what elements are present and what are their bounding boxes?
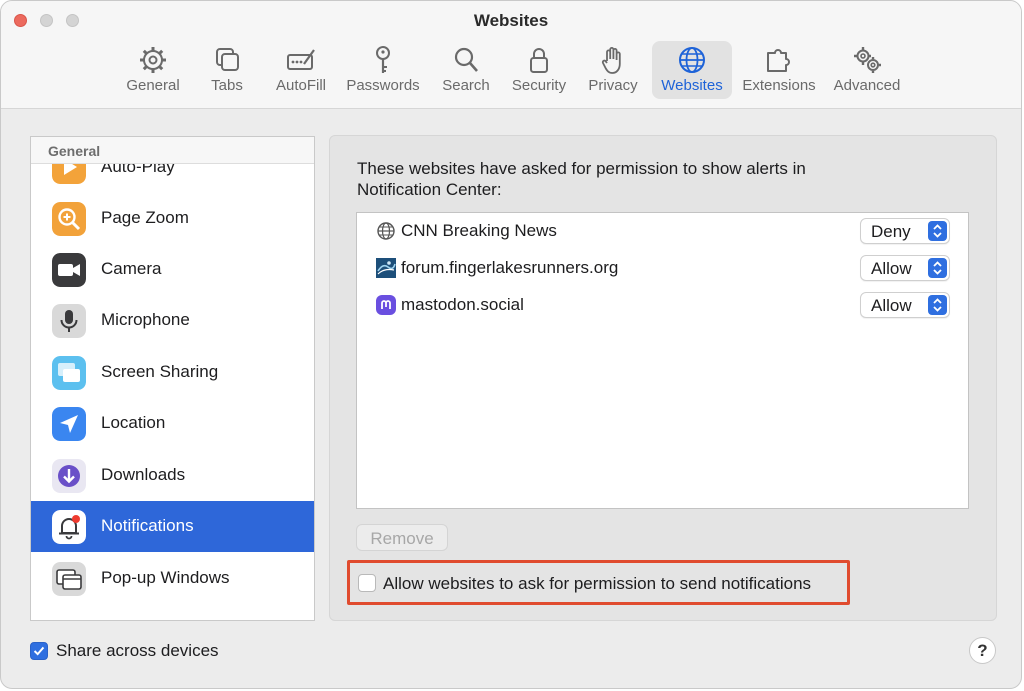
- tab-tabs[interactable]: Tabs: [199, 41, 255, 99]
- site-favicon-icon: [376, 258, 396, 278]
- mastodon-icon: [376, 295, 396, 315]
- website-name: forum.fingerlakesrunners.org: [401, 258, 619, 277]
- screen-sharing-icon: [52, 356, 86, 390]
- tab-general[interactable]: General: [119, 41, 187, 99]
- up-down-chevron-icon: [928, 295, 947, 315]
- gears-icon: [854, 47, 881, 73]
- permission-value: Allow: [871, 296, 912, 315]
- permission-select[interactable]: Allow: [860, 292, 950, 318]
- gear-icon: [140, 47, 166, 73]
- bell-icon: [52, 510, 86, 544]
- tab-extensions-label: Extensions: [742, 77, 816, 94]
- tab-autofill[interactable]: AutoFill: [267, 41, 335, 99]
- sidebar-item-camera[interactable]: Camera: [31, 244, 314, 295]
- tab-passwords[interactable]: Passwords: [341, 41, 425, 99]
- toolbar: Websites General Tabs AutoFill Passwords…: [1, 1, 1021, 109]
- preferences-window: Websites General Tabs AutoFill Passwords…: [0, 0, 1022, 689]
- sidebar-item-location[interactable]: Location: [31, 398, 314, 449]
- website-row[interactable]: CNN Breaking News Deny: [357, 213, 968, 250]
- window-title: Websites: [473, 11, 549, 30]
- tab-search-label: Search: [442, 77, 490, 94]
- up-down-chevron-icon: [928, 258, 947, 278]
- hand-icon: [601, 47, 621, 74]
- sidebar-item-screen-sharing[interactable]: Screen Sharing: [31, 347, 314, 398]
- website-row[interactable]: mastodon.social Allow: [357, 287, 968, 324]
- sidebar-item-downloads[interactable]: Downloads: [31, 450, 314, 501]
- sidebar-item-microphone[interactable]: Microphone: [31, 295, 314, 346]
- tab-general-label: General: [126, 77, 180, 94]
- tab-passwords-label: Passwords: [346, 77, 420, 94]
- tab-advanced[interactable]: Advanced: [829, 41, 905, 99]
- location-icon: [52, 407, 86, 441]
- permission-value: Deny: [871, 222, 911, 241]
- permission-select[interactable]: Allow: [860, 255, 950, 281]
- tab-websites-label: Websites: [661, 77, 723, 94]
- sidebar-item-label: Page Zoom: [101, 208, 189, 227]
- tab-autofill-label: AutoFill: [275, 77, 327, 94]
- tab-extensions[interactable]: Extensions: [739, 41, 819, 99]
- website-row[interactable]: forum.fingerlakesrunners.org Allow: [357, 250, 968, 287]
- remove-button[interactable]: Remove: [356, 524, 448, 551]
- tab-tabs-label: Tabs: [211, 77, 243, 94]
- sidebar-item-notifications[interactable]: Notifications: [31, 501, 314, 552]
- allow-permission-requests-checkbox[interactable]: [358, 574, 376, 592]
- tab-security[interactable]: Security: [507, 41, 571, 99]
- tabs-icon: [216, 48, 239, 71]
- zoom-icon: [52, 202, 86, 236]
- popup-windows-icon: [52, 562, 86, 596]
- panel-description: These websites have asked for permission…: [357, 159, 806, 199]
- sidebar: Auto-Play General Page Zoom Camera Micro…: [30, 136, 315, 621]
- sidebar-section-header: General: [31, 137, 314, 164]
- sidebar-item-label: Location: [101, 413, 166, 432]
- sidebar-item-pop-up-windows[interactable]: Pop-up Windows: [31, 553, 314, 604]
- magnifier-icon: [454, 47, 478, 72]
- microphone-icon: [52, 304, 86, 338]
- globe-icon: [679, 47, 705, 73]
- tab-privacy[interactable]: Privacy: [581, 41, 645, 99]
- tab-privacy-label: Privacy: [588, 77, 638, 94]
- sidebar-item-label: Notifications: [101, 516, 194, 535]
- share-across-devices-checkbox[interactable]: [30, 642, 48, 660]
- allow-permission-requests-label: Allow websites to ask for permission to …: [383, 574, 812, 593]
- globe-icon: [377, 222, 395, 240]
- sidebar-item-label: Downloads: [101, 465, 186, 484]
- permission-value: Allow: [871, 259, 912, 278]
- permission-select[interactable]: Deny: [860, 218, 950, 244]
- tab-websites[interactable]: Websites: [652, 41, 732, 99]
- tab-advanced-label: Advanced: [833, 77, 901, 94]
- sidebar-item-label: Camera: [101, 259, 162, 278]
- checkmark-icon: [33, 646, 45, 656]
- camera-icon: [52, 253, 86, 287]
- puzzle-icon: [767, 49, 790, 72]
- website-name: mastodon.social: [401, 295, 524, 314]
- help-button[interactable]: ?: [969, 637, 996, 664]
- sidebar-item-page-zoom[interactable]: Page Zoom: [31, 193, 314, 244]
- sidebar-item-label: Pop-up Windows: [101, 568, 230, 587]
- up-down-chevron-icon: [928, 221, 947, 241]
- website-list[interactable]: CNN Breaking News Deny forum.fingerlakes…: [356, 212, 969, 509]
- website-name: CNN Breaking News: [401, 221, 557, 240]
- sidebar-item-label: Microphone: [101, 310, 190, 329]
- autofill-icon: [287, 49, 315, 70]
- lock-icon: [530, 48, 548, 73]
- tab-security-label: Security: [511, 77, 567, 94]
- key-icon: [376, 46, 390, 73]
- share-across-devices-label: Share across devices: [56, 641, 219, 660]
- sidebar-item-label: Screen Sharing: [101, 362, 219, 381]
- tab-search[interactable]: Search: [437, 41, 495, 99]
- sidebar-section-title: General: [48, 143, 101, 159]
- downloads-icon: [52, 459, 86, 493]
